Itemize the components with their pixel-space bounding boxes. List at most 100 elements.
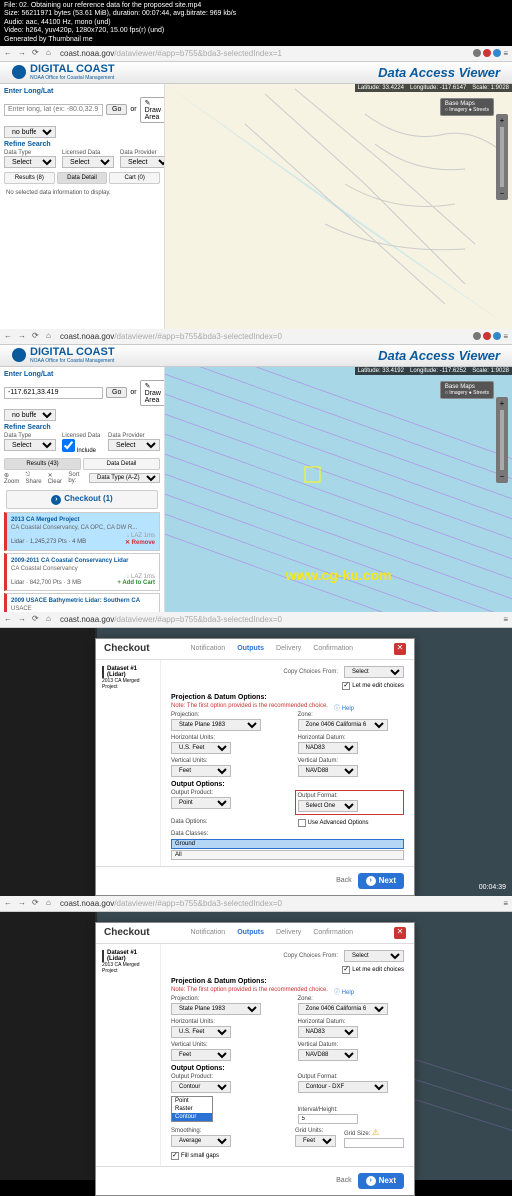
tab-notif[interactable]: Notification: [191, 645, 226, 652]
tab-confirm[interactable]: Confirmation: [313, 929, 353, 936]
dd-contour[interactable]: Contour: [172, 1113, 212, 1121]
dd-point[interactable]: Point: [172, 1097, 212, 1105]
forward-icon[interactable]: →: [18, 898, 28, 908]
zoom-slider[interactable]: [500, 127, 504, 187]
oprod-select[interactable]: Point: [171, 797, 231, 809]
zone-select[interactable]: Zone 0406 California 6: [298, 1003, 388, 1015]
tab-notif[interactable]: Notification: [191, 929, 226, 936]
zoom-in-icon[interactable]: +: [500, 399, 505, 408]
oprod-select[interactable]: Contour: [171, 1081, 231, 1093]
checkout-button[interactable]: ›Checkout (1): [6, 490, 158, 509]
data-type-select[interactable]: Select: [4, 439, 56, 451]
close-button[interactable]: ✕: [394, 927, 406, 939]
hdatum-select[interactable]: NAD83: [298, 742, 358, 754]
reload-icon[interactable]: ⟳: [32, 48, 42, 58]
home-icon[interactable]: ⌂: [46, 331, 56, 341]
vunits-select[interactable]: Feet: [171, 765, 231, 777]
result-card[interactable]: 2009 USACE Bathymetric Lidar: Southern C…: [4, 593, 160, 612]
fill-checkbox[interactable]: [171, 1152, 179, 1160]
provider-select[interactable]: Select: [108, 439, 160, 451]
go-button[interactable]: Go: [106, 387, 127, 398]
menu-icon[interactable]: ≡: [503, 332, 508, 341]
tab-cart[interactable]: Cart (0): [109, 172, 160, 184]
dd-raster[interactable]: Raster: [172, 1105, 212, 1113]
zoom-control[interactable]: + −: [496, 114, 508, 200]
menu-icon[interactable]: ≡: [503, 615, 508, 624]
draw-area-button[interactable]: ✎ Draw Area: [140, 97, 165, 123]
reload-icon[interactable]: ⟳: [32, 614, 42, 624]
data-type-select[interactable]: Select: [4, 156, 56, 168]
coord-input[interactable]: [4, 104, 103, 116]
coord-input[interactable]: [4, 387, 103, 399]
draw-area-button[interactable]: ✎ Draw Area: [140, 380, 165, 406]
map-canvas[interactable]: Latitude: 33.4224 Longitude: -117.6147 S…: [165, 84, 512, 329]
edit-checkbox[interactable]: [342, 966, 350, 974]
class-ground[interactable]: Ground: [171, 839, 404, 849]
interval-input[interactable]: [298, 1114, 358, 1124]
buffer-select[interactable]: no buffer: [4, 409, 56, 421]
url-bar[interactable]: coast.noaa.gov/dataviewer/#app=b755&bda3…: [60, 49, 464, 58]
clear-tool[interactable]: ✕ Clear: [48, 472, 63, 485]
back-icon[interactable]: ←: [4, 48, 14, 58]
zoom-out-icon[interactable]: −: [500, 189, 505, 198]
help-link[interactable]: ⓘ Help: [334, 703, 354, 712]
ofmt-select[interactable]: Contour - DXF: [298, 1081, 388, 1093]
back-icon[interactable]: ←: [4, 331, 14, 341]
licensed-select[interactable]: Select: [62, 156, 114, 168]
url-bar[interactable]: coast.noaa.gov/dataviewer/#app=b755&bda3…: [60, 332, 464, 341]
go-button[interactable]: Go: [106, 104, 127, 115]
next-button[interactable]: ›Next: [358, 1173, 404, 1189]
edit-checkbox[interactable]: [342, 682, 350, 690]
reload-icon[interactable]: ⟳: [32, 331, 42, 341]
proj-select[interactable]: State Plane 1983: [171, 719, 261, 731]
tab-delivery[interactable]: Delivery: [276, 929, 301, 936]
back-button[interactable]: Back: [336, 877, 352, 884]
add-to-cart-button[interactable]: + Add to Cart: [117, 580, 155, 586]
help-link[interactable]: ⓘ Help: [334, 987, 354, 996]
basemap-control[interactable]: Base Maps ○ Imagery ● Streets: [440, 98, 494, 116]
copy-select[interactable]: Select: [344, 666, 404, 678]
tab-outputs[interactable]: Outputs: [237, 645, 264, 652]
ext-icon-2[interactable]: [483, 49, 491, 57]
include-checkbox[interactable]: [62, 439, 75, 452]
copy-select[interactable]: Select: [344, 950, 404, 962]
home-icon[interactable]: ⌂: [46, 614, 56, 624]
hdatum-select[interactable]: NAD83: [298, 1026, 358, 1038]
home-icon[interactable]: ⌂: [46, 898, 56, 908]
hunits-select[interactable]: U.S. Feet: [171, 742, 231, 754]
menu-icon[interactable]: ≡: [503, 899, 508, 908]
tab-outputs[interactable]: Outputs: [237, 929, 264, 936]
tab-detail[interactable]: Data Detail: [57, 172, 108, 184]
oprod-dropdown[interactable]: Point Raster Contour: [171, 1096, 213, 1122]
back-icon[interactable]: ←: [4, 614, 14, 624]
remove-button[interactable]: ✕ Remove: [125, 539, 155, 546]
next-button[interactable]: ›Next: [358, 873, 404, 889]
basemap-control[interactable]: Base Maps ○ Imagery ● Streets: [440, 381, 494, 399]
buffer-select[interactable]: no buffer: [4, 126, 56, 138]
reload-icon[interactable]: ⟳: [32, 898, 42, 908]
tab-confirm[interactable]: Confirmation: [313, 645, 353, 652]
smooth-select[interactable]: Average: [171, 1135, 231, 1147]
adv-checkbox[interactable]: [298, 819, 306, 827]
zoom-tool[interactable]: ⊕ Zoom: [4, 472, 20, 485]
close-button[interactable]: ✕: [394, 643, 406, 655]
forward-icon[interactable]: →: [18, 331, 28, 341]
zoom-in-icon[interactable]: +: [500, 116, 505, 125]
vdatum-select[interactable]: NAVD88: [298, 765, 358, 777]
forward-icon[interactable]: →: [18, 48, 28, 58]
vdatum-select[interactable]: NAVD88: [298, 1049, 358, 1061]
grid-select[interactable]: Feet: [295, 1135, 336, 1147]
menu-icon[interactable]: ≡: [503, 49, 508, 58]
provider-select[interactable]: Select: [120, 156, 165, 168]
proj-select[interactable]: State Plane 1983: [171, 1003, 261, 1015]
ext-icon-1[interactable]: [473, 49, 481, 57]
back-icon[interactable]: ←: [4, 898, 14, 908]
zone-select[interactable]: Zone 0406 California 6: [298, 719, 388, 731]
ext-icon-3[interactable]: [493, 332, 501, 340]
url-bar[interactable]: coast.noaa.gov/dataviewer/#app=b755&bda3…: [60, 615, 464, 624]
tab-results[interactable]: Results (43): [4, 458, 81, 470]
home-icon[interactable]: ⌂: [46, 48, 56, 58]
ext-icon-3[interactable]: [493, 49, 501, 57]
tab-detail[interactable]: Data Detail: [83, 458, 160, 470]
hunits-select[interactable]: U.S. Feet: [171, 1026, 231, 1038]
